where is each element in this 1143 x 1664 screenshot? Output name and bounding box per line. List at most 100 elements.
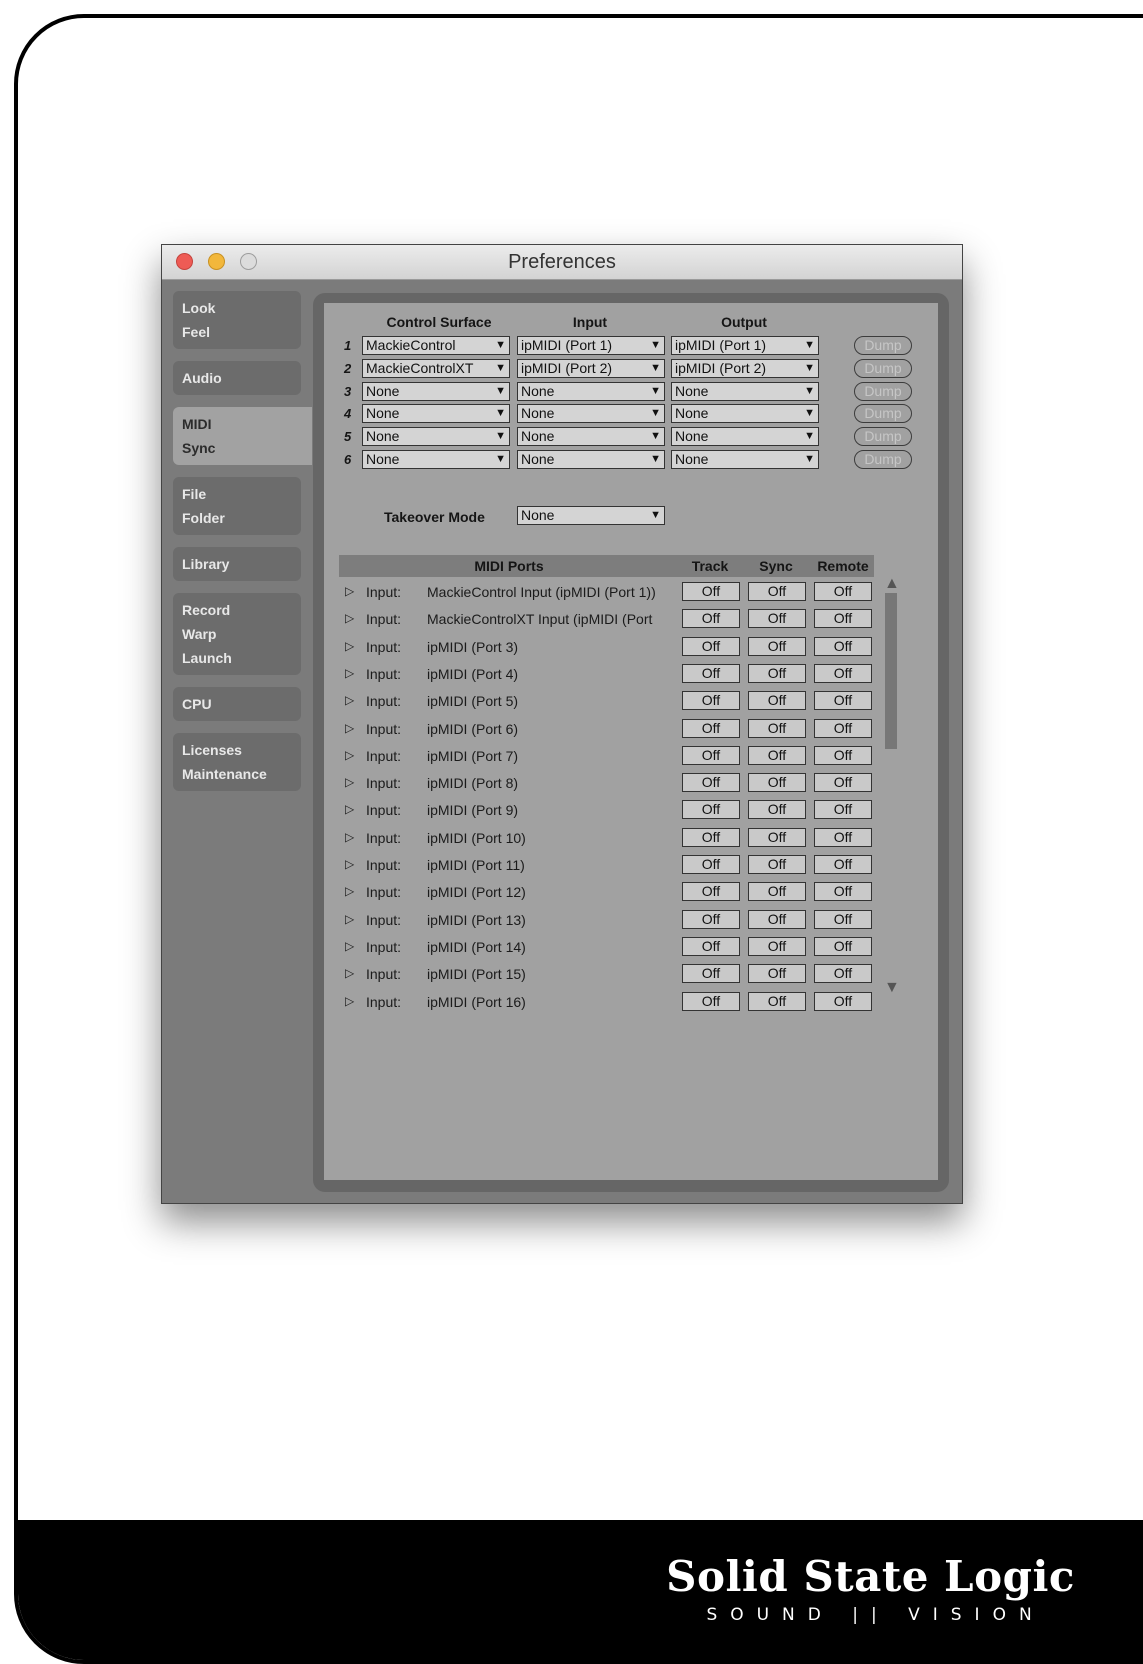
track-toggle[interactable]: Off: [682, 745, 740, 765]
track-toggle[interactable]: Off: [682, 582, 740, 601]
sidebar-item-maintenance[interactable]: Maintenance: [182, 762, 292, 786]
remote-toggle[interactable]: Off: [814, 691, 872, 711]
input-dropdown[interactable]: None ▼: [517, 450, 665, 469]
control-surface-dropdown[interactable]: None ▼: [362, 404, 510, 424]
remote-toggle[interactable]: Off: [814, 909, 872, 929]
disclosure-triangle-icon[interactable]: ▷: [345, 830, 354, 844]
track-toggle[interactable]: Off: [682, 855, 740, 874]
track-toggle[interactable]: Off: [682, 718, 740, 738]
remote-toggle[interactable]: Off: [814, 936, 872, 956]
disclosure-triangle-icon[interactable]: ▷: [345, 666, 354, 680]
output-dropdown[interactable]: None ▼: [671, 381, 819, 401]
input-dropdown[interactable]: None ▼: [517, 381, 665, 401]
track-toggle[interactable]: Off: [682, 691, 740, 711]
control-surface-dropdown[interactable]: MackieControlXT ▼: [362, 358, 510, 378]
disclosure-triangle-icon[interactable]: ▷: [345, 857, 354, 871]
sync-toggle[interactable]: Off: [748, 718, 806, 738]
sync-toggle[interactable]: Off: [748, 636, 806, 656]
remote-toggle[interactable]: Off: [814, 582, 872, 601]
scroll-down-icon[interactable]: ▼: [884, 979, 900, 997]
sidebar-group[interactable]: Look Feel: [173, 291, 301, 349]
sync-toggle[interactable]: Off: [748, 909, 806, 929]
sidebar-item-sync[interactable]: Sync: [182, 436, 292, 460]
scrollbar-thumb[interactable]: [885, 593, 897, 749]
remote-toggle[interactable]: Off: [814, 964, 872, 984]
sync-toggle[interactable]: Off: [748, 582, 806, 601]
sidebar-item-library[interactable]: Library: [182, 552, 292, 576]
remote-toggle[interactable]: Off: [814, 745, 872, 765]
disclosure-triangle-icon[interactable]: ▷: [345, 884, 354, 898]
sidebar-item-feel[interactable]: Feel: [182, 320, 292, 344]
output-dropdown[interactable]: ipMIDI (Port 2) ▼: [671, 358, 819, 378]
disclosure-triangle-icon[interactable]: ▷: [345, 611, 354, 625]
output-dropdown[interactable]: None ▼: [671, 404, 819, 424]
remote-toggle[interactable]: Off: [814, 991, 872, 1011]
track-toggle[interactable]: Off: [682, 964, 740, 984]
sidebar-group[interactable]: MIDI Sync: [173, 407, 312, 465]
remote-toggle[interactable]: Off: [814, 773, 872, 793]
remote-toggle[interactable]: Off: [814, 636, 872, 656]
remote-toggle[interactable]: Off: [814, 855, 872, 874]
sidebar-item-cpu[interactable]: CPU: [182, 692, 292, 716]
sync-toggle[interactable]: Off: [748, 991, 806, 1011]
dump-button[interactable]: Dump: [854, 358, 912, 378]
track-toggle[interactable]: Off: [682, 609, 740, 629]
disclosure-triangle-icon[interactable]: ▷: [345, 775, 354, 789]
remote-toggle[interactable]: Off: [814, 827, 872, 847]
track-toggle[interactable]: Off: [682, 636, 740, 656]
sidebar-item-launch[interactable]: Launch: [182, 646, 292, 670]
sync-toggle[interactable]: Off: [748, 800, 806, 820]
disclosure-triangle-icon[interactable]: ▷: [345, 939, 354, 953]
sidebar-group[interactable]: Licenses Maintenance: [173, 733, 301, 791]
control-surface-dropdown[interactable]: None ▼: [362, 427, 510, 447]
sidebar-item-file[interactable]: File: [182, 482, 292, 506]
sync-toggle[interactable]: Off: [748, 936, 806, 956]
sidebar-item-record[interactable]: Record: [182, 598, 292, 622]
dump-button[interactable]: Dump: [854, 427, 912, 447]
track-toggle[interactable]: Off: [682, 882, 740, 902]
dump-button[interactable]: Dump: [854, 450, 912, 469]
disclosure-triangle-icon[interactable]: ▷: [345, 721, 354, 735]
disclosure-triangle-icon[interactable]: ▷: [345, 693, 354, 707]
track-toggle[interactable]: Off: [682, 991, 740, 1011]
disclosure-triangle-icon[interactable]: ▷: [345, 748, 354, 762]
remote-toggle[interactable]: Off: [814, 663, 872, 683]
sync-toggle[interactable]: Off: [748, 663, 806, 683]
disclosure-triangle-icon[interactable]: ▷: [345, 994, 354, 1008]
output-dropdown[interactable]: None ▼: [671, 427, 819, 447]
track-toggle[interactable]: Off: [682, 909, 740, 929]
track-toggle[interactable]: Off: [682, 663, 740, 683]
disclosure-triangle-icon[interactable]: ▷: [345, 802, 354, 816]
input-dropdown[interactable]: ipMIDI (Port 1) ▼: [517, 336, 665, 355]
sync-toggle[interactable]: Off: [748, 964, 806, 984]
sync-toggle[interactable]: Off: [748, 745, 806, 765]
sidebar-item-folder[interactable]: Folder: [182, 506, 292, 530]
sync-toggle[interactable]: Off: [748, 691, 806, 711]
sync-toggle[interactable]: Off: [748, 882, 806, 902]
sidebar-group[interactable]: Library: [173, 547, 301, 581]
dump-button[interactable]: Dump: [854, 404, 912, 424]
sidebar-group[interactable]: CPU: [173, 687, 301, 721]
input-dropdown[interactable]: ipMIDI (Port 2) ▼: [517, 358, 665, 378]
dump-button[interactable]: Dump: [854, 381, 912, 401]
sidebar-item-look[interactable]: Look: [182, 296, 292, 320]
sync-toggle[interactable]: Off: [748, 827, 806, 847]
sidebar-item-audio[interactable]: Audio: [182, 366, 292, 390]
sync-toggle[interactable]: Off: [748, 609, 806, 629]
dump-button[interactable]: Dump: [854, 336, 912, 355]
remote-toggle[interactable]: Off: [814, 882, 872, 902]
sidebar-item-midi[interactable]: MIDI: [182, 412, 292, 436]
remote-toggle[interactable]: Off: [814, 800, 872, 820]
remote-toggle[interactable]: Off: [814, 718, 872, 738]
sync-toggle[interactable]: Off: [748, 773, 806, 793]
input-dropdown[interactable]: None ▼: [517, 404, 665, 424]
scroll-up-icon[interactable]: ▲: [884, 575, 900, 593]
input-dropdown[interactable]: None ▼: [517, 427, 665, 447]
sidebar-group[interactable]: Record Warp Launch: [173, 593, 301, 675]
sidebar-item-licenses[interactable]: Licenses: [182, 738, 292, 762]
control-surface-dropdown[interactable]: None ▼: [362, 450, 510, 469]
takeover-mode-dropdown[interactable]: None ▼: [517, 506, 665, 525]
disclosure-triangle-icon[interactable]: ▷: [345, 966, 354, 980]
output-dropdown[interactable]: ipMIDI (Port 1) ▼: [671, 336, 819, 355]
sidebar-group[interactable]: File Folder: [173, 477, 301, 535]
